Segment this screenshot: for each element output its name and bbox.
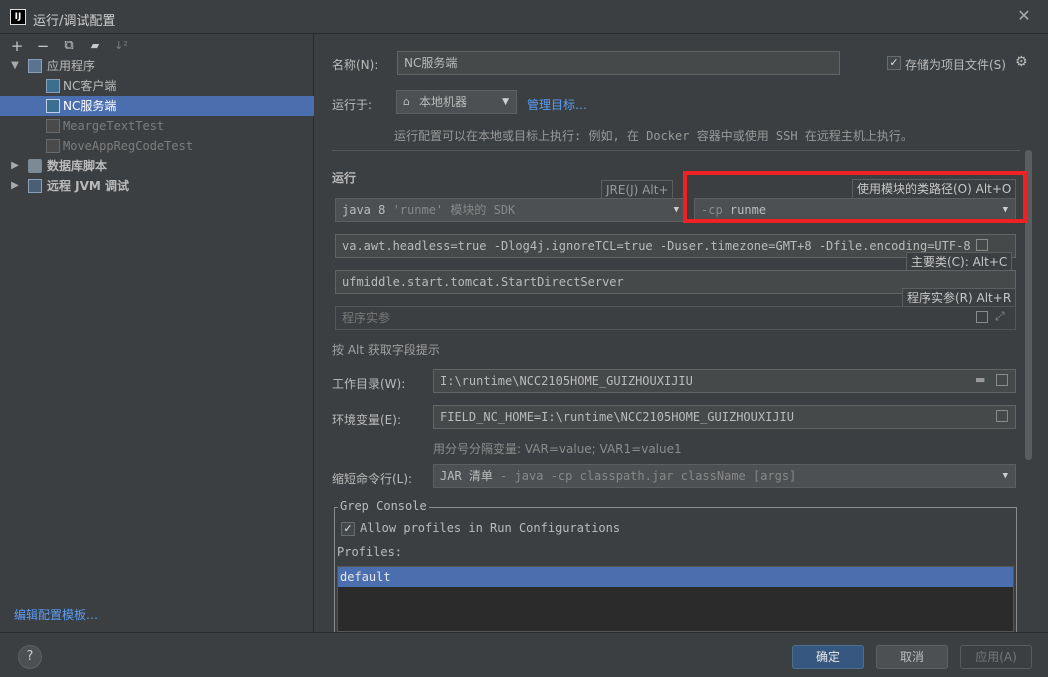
- env-field[interactable]: FIELD_NC_HOME=I:\runtime\NCC2105HOME_GUI…: [433, 405, 1016, 429]
- tree-group-label: 应用程序: [47, 59, 96, 73]
- chevron-down-icon[interactable]: ▼: [9, 56, 21, 76]
- separator: [332, 150, 1020, 151]
- jre-value-detail: 'runme' 模块的 SDK: [385, 203, 516, 217]
- tree-item-mearge-text-test[interactable]: MeargeTextTest: [0, 116, 314, 136]
- allow-profiles-label: Allow profiles in Run Configurations: [360, 521, 621, 535]
- tree-group-label: 数据库脚本: [47, 159, 108, 173]
- run-on-value: 本地机器: [419, 95, 468, 109]
- program-args-tooltip: 程序实参(R) Alt+R: [902, 288, 1017, 308]
- shorten-label: 缩短命令行(L):: [332, 472, 413, 486]
- cancel-button[interactable]: 取消: [876, 645, 948, 669]
- alt-hint: 按 Alt 获取字段提示: [332, 343, 440, 357]
- jre-select[interactable]: java 8 'runme' 模块的 SDK ▼: [335, 198, 687, 222]
- grep-console-title: Grep Console: [338, 499, 429, 513]
- run-config-icon: [46, 79, 60, 93]
- program-args-field[interactable]: 程序实参: [335, 306, 1016, 330]
- env-label: 环境变量(E):: [332, 413, 401, 427]
- profiles-label: Profiles:: [337, 545, 403, 559]
- application-icon: [28, 59, 42, 73]
- configurations-panel: + − ⧉ ▰ ↓² ▼ 应用程序 NC客户端 NC服务端 MeargeText…: [0, 34, 314, 632]
- name-field[interactable]: NC服务端: [397, 51, 840, 75]
- shorten-value-detail: - java -cp classpath.jar className [args…: [492, 469, 797, 483]
- home-icon: ⌂: [403, 95, 410, 108]
- chevron-right-icon[interactable]: ▶: [9, 156, 21, 176]
- new-folder-icon[interactable]: ▰: [86, 37, 104, 55]
- manage-targets-link[interactable]: 管理目标…: [527, 96, 587, 113]
- document-icon[interactable]: [976, 311, 988, 323]
- profiles-list: default: [337, 566, 1014, 632]
- document-icon[interactable]: [996, 374, 1008, 386]
- copy-icon[interactable]: ⧉: [60, 37, 78, 55]
- chevron-down-icon: ▼: [1002, 471, 1008, 481]
- jre-hint-tooltip: JRE(J) Alt+: [601, 180, 674, 200]
- gear-icon[interactable]: ⚙: [1015, 54, 1028, 70]
- highlight-annotation: [683, 171, 1027, 223]
- window-title: 运行/调试配置: [33, 14, 116, 29]
- tree-group-remote-jvm[interactable]: ▶ 远程 JVM 调试: [0, 176, 314, 196]
- tree-item-nc-server[interactable]: NC服务端: [0, 96, 314, 116]
- tree-item-move-app-reg-code-test[interactable]: MoveAppRegCodeTest: [0, 136, 314, 156]
- tree-group-label: 远程 JVM 调试: [47, 179, 130, 193]
- chevron-right-icon[interactable]: ▶: [9, 176, 21, 196]
- chevron-down-icon: ▼: [502, 97, 509, 107]
- jre-value: java 8: [342, 203, 386, 217]
- close-icon[interactable]: ✕: [1014, 6, 1034, 26]
- chevron-down-icon: ▼: [673, 205, 679, 215]
- run-config-icon: [46, 119, 60, 133]
- run-on-hint: 运行配置可以在本地或目标上执行: 例如, 在 Docker 容器中或使用 SSH…: [394, 129, 913, 143]
- run-config-icon: [46, 99, 60, 113]
- tree-item-label: MeargeTextTest: [63, 119, 165, 133]
- remote-debug-icon: [28, 179, 42, 193]
- workdir-label: 工作目录(W):: [332, 377, 406, 391]
- tree-item-label: MoveAppRegCodeTest: [63, 139, 194, 153]
- tree-item-label: NC客户端: [63, 79, 117, 93]
- folder-icon[interactable]: ▬: [975, 373, 985, 386]
- apply-button[interactable]: 应用(A): [960, 645, 1032, 669]
- shorten-select[interactable]: JAR 清单 - java -cp classpath.jar classNam…: [433, 464, 1016, 488]
- intellij-icon: IJ: [10, 9, 26, 25]
- run-config-icon: [46, 139, 60, 153]
- profile-item[interactable]: default: [338, 567, 1013, 587]
- remove-icon[interactable]: −: [34, 37, 52, 55]
- edit-templates-link[interactable]: 编辑配置模板…: [14, 606, 98, 623]
- document-icon[interactable]: [996, 410, 1008, 422]
- env-hint: 用分号分隔变量: VAR=value; VAR1=value1: [433, 442, 682, 456]
- store-as-file-label: 存储为项目文件(S): [905, 58, 1006, 72]
- title-bar: IJ 运行/调试配置 ✕: [0, 0, 1048, 34]
- tree-group-database-script[interactable]: ▶ 数据库脚本: [0, 156, 314, 176]
- run-section-title: 运行: [332, 171, 357, 185]
- shorten-value: JAR 清单: [440, 469, 493, 483]
- run-on-label: 运行于:: [332, 98, 373, 112]
- expand-icon[interactable]: ⤢: [995, 309, 1005, 324]
- run-on-select[interactable]: ⌂ 本地机器 ▼: [396, 90, 517, 114]
- document-icon[interactable]: [976, 239, 988, 251]
- database-icon: [28, 159, 42, 173]
- tree-item-nc-client[interactable]: NC客户端: [0, 76, 314, 96]
- workdir-field[interactable]: I:\runtime\NCC2105HOME_GUIZHOUXIJIU: [433, 369, 1016, 393]
- help-button[interactable]: ?: [18, 645, 42, 669]
- sort-icon[interactable]: ↓²: [112, 37, 130, 55]
- store-as-file-checkbox[interactable]: ✓: [887, 56, 901, 70]
- tree-item-label: NC服务端: [63, 99, 117, 113]
- allow-profiles-checkbox[interactable]: ✓: [341, 522, 355, 536]
- tree-group-application[interactable]: ▼ 应用程序: [0, 56, 314, 76]
- ok-button[interactable]: 确定: [792, 645, 864, 669]
- name-label: 名称(N):: [332, 58, 379, 72]
- add-icon[interactable]: +: [8, 37, 26, 55]
- main-class-tooltip: 主要类(C): Alt+C: [906, 252, 1013, 272]
